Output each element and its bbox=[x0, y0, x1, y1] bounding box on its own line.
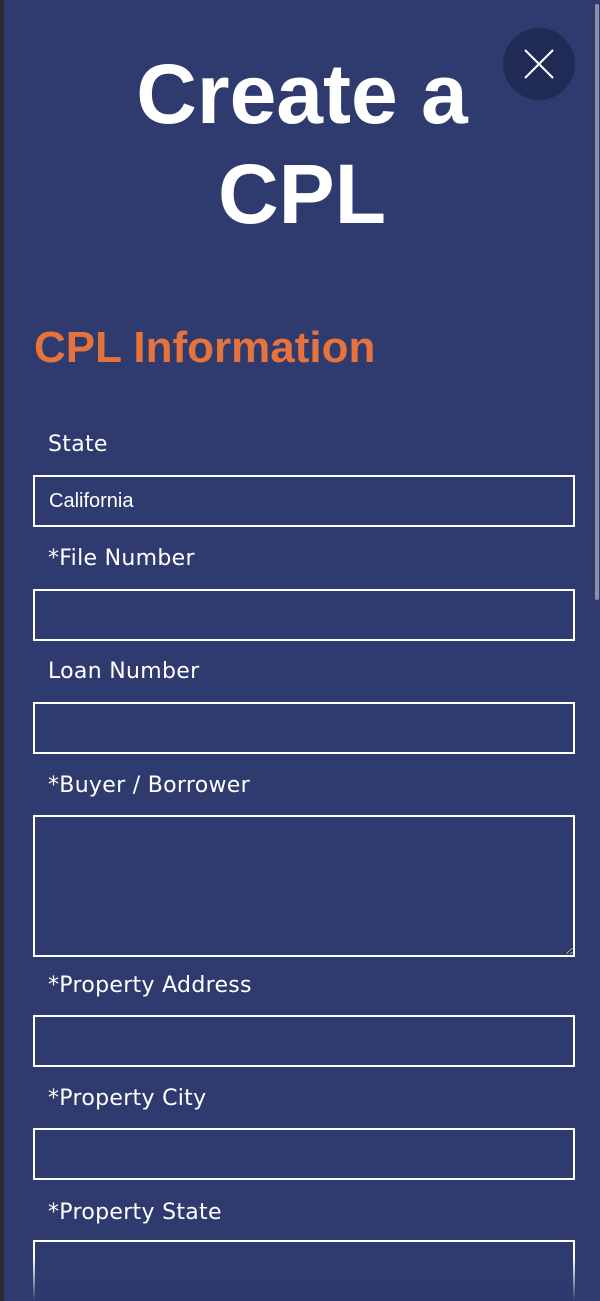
section-title: CPL Information bbox=[34, 323, 376, 372]
file-number-label: *File Number bbox=[48, 546, 195, 571]
property-city-label: *Property City bbox=[48, 1086, 207, 1111]
file-number-field[interactable] bbox=[33, 589, 575, 641]
property-address-label: *Property Address bbox=[48, 973, 252, 998]
property-state-field[interactable] bbox=[33, 1240, 575, 1301]
buyer-borrower-label: *Buyer / Borrower bbox=[48, 773, 250, 798]
loan-number-field[interactable] bbox=[33, 702, 575, 754]
modal-title: Create a CPL bbox=[136, 47, 468, 241]
property-state-label: *Property State bbox=[48, 1200, 222, 1225]
state-label: State bbox=[48, 432, 108, 457]
state-field[interactable] bbox=[33, 475, 575, 527]
property-address-field[interactable] bbox=[33, 1015, 575, 1067]
buyer-borrower-field[interactable] bbox=[33, 815, 575, 957]
property-city-field[interactable] bbox=[33, 1128, 575, 1180]
loan-number-label: Loan Number bbox=[48, 659, 200, 684]
